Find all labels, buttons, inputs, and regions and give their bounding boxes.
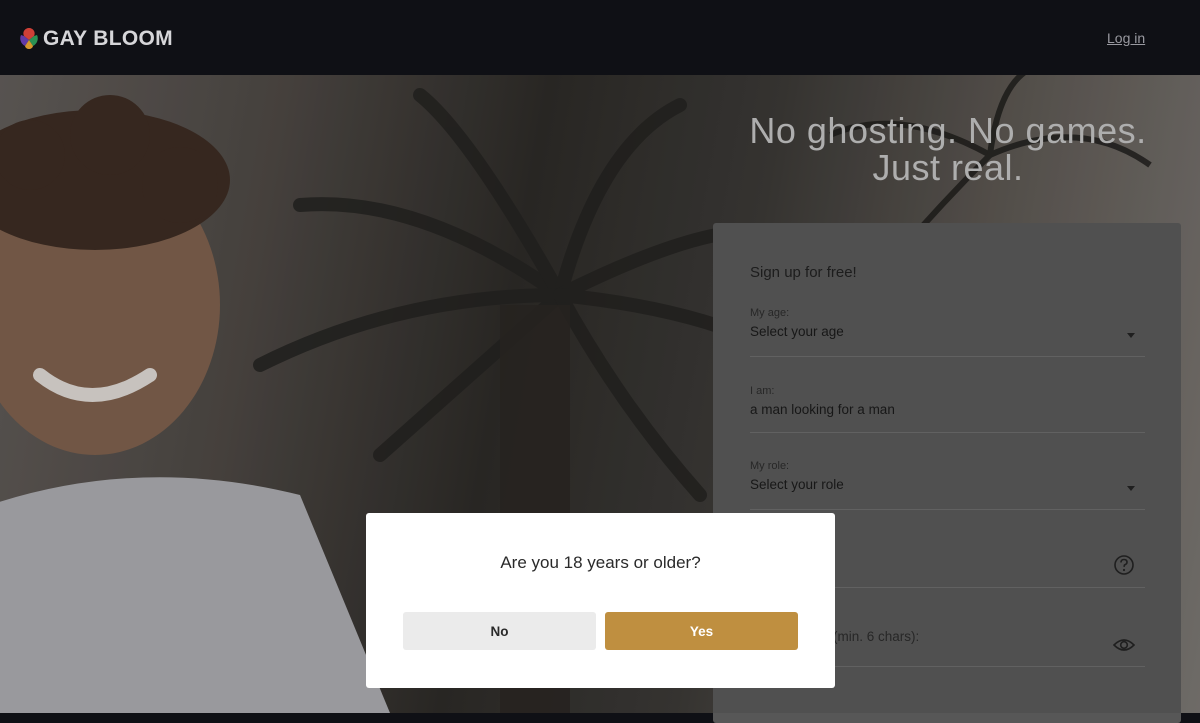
age-verification-dialog: Are you 18 years or older? No Yes (366, 513, 835, 688)
age-question: Are you 18 years or older? (500, 553, 701, 572)
no-button[interactable]: No (403, 612, 596, 650)
yes-button[interactable]: Yes (605, 612, 798, 650)
